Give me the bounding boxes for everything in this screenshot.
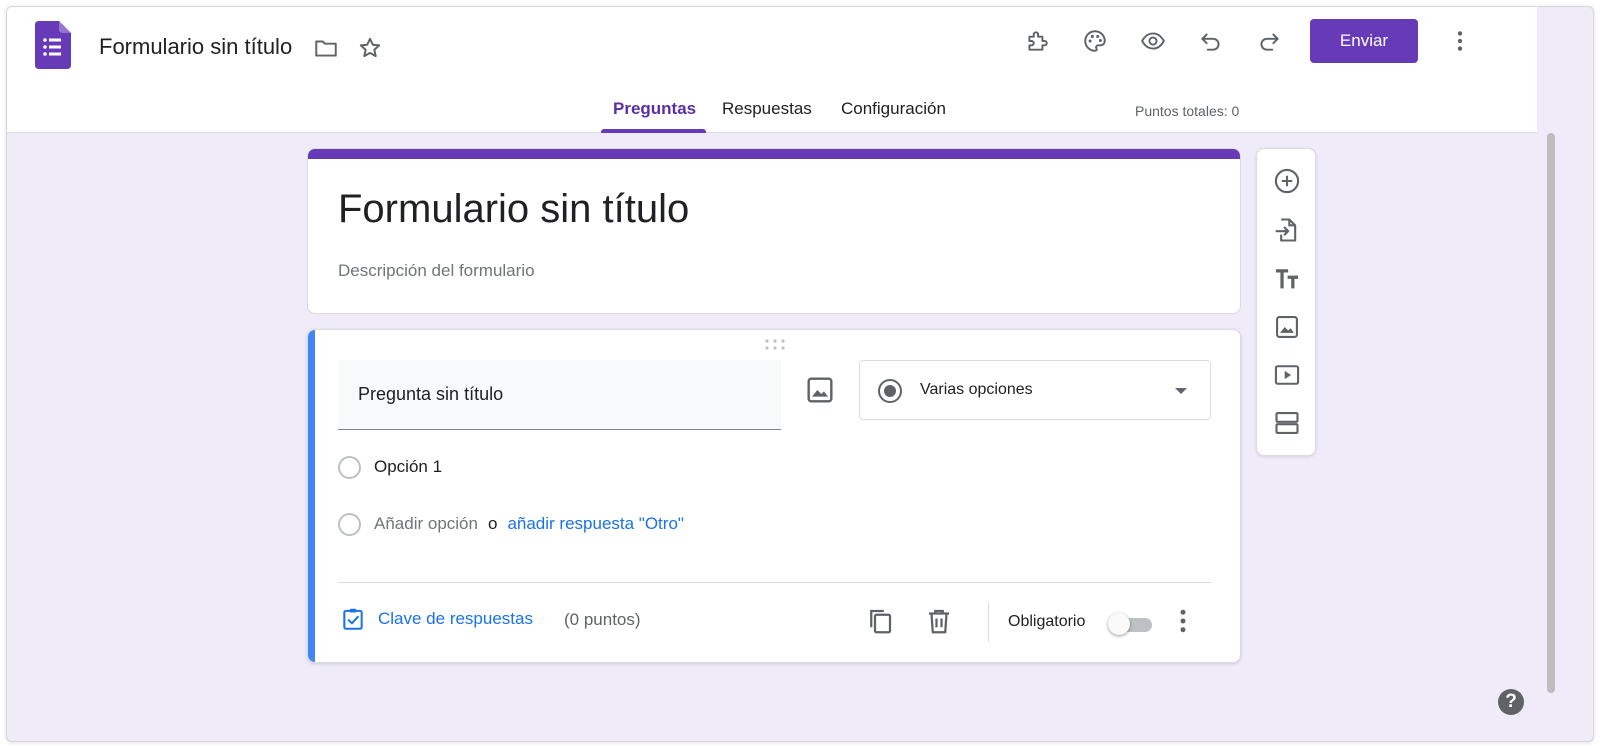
tab-settings[interactable]: Configuración xyxy=(841,99,946,119)
forms-logo-icon[interactable] xyxy=(35,21,71,69)
scrollbar-thumb[interactable] xyxy=(1547,133,1555,693)
total-points: Puntos totales: 0 xyxy=(1135,103,1240,119)
answer-key-button[interactable]: Clave de respuestas xyxy=(340,606,533,632)
answer-key-label: Clave de respuestas xyxy=(378,609,533,628)
undo-icon[interactable] xyxy=(1195,25,1227,57)
add-video-icon[interactable] xyxy=(1271,359,1303,391)
add-image-icon[interactable] xyxy=(1271,311,1303,343)
tab-questions[interactable]: Preguntas xyxy=(613,99,696,119)
add-image-icon[interactable] xyxy=(804,374,836,406)
question-more-icon[interactable] xyxy=(1168,606,1198,636)
question-title-input[interactable]: Pregunta sin título xyxy=(338,360,781,430)
add-section-icon[interactable] xyxy=(1271,407,1303,439)
option-item[interactable]: Opción 1 xyxy=(338,452,442,482)
import-questions-icon[interactable] xyxy=(1271,214,1303,246)
radio-button-checked-icon xyxy=(878,379,902,403)
folder-icon[interactable] xyxy=(310,32,342,64)
help-icon[interactable]: ? xyxy=(1498,689,1524,715)
send-button[interactable]: Enviar xyxy=(1310,19,1418,63)
dropdown-caret-icon xyxy=(1175,388,1187,394)
option-radio-icon xyxy=(338,455,361,479)
add-other-link[interactable]: añadir respuesta "Otro" xyxy=(507,514,684,534)
more-vert-icon[interactable] xyxy=(1444,25,1476,57)
add-option-radio-icon xyxy=(338,512,361,536)
question-type-select[interactable]: Varias opciones xyxy=(859,360,1211,420)
title-card-accent xyxy=(308,149,1240,159)
redo-icon[interactable] xyxy=(1253,25,1285,57)
document-title[interactable]: Formulario sin título xyxy=(99,34,292,60)
delete-icon[interactable] xyxy=(924,606,954,636)
focus-indicator xyxy=(308,330,315,662)
add-title-icon[interactable] xyxy=(1271,263,1303,295)
tab-bar: Preguntas Respuestas Configuración Punto… xyxy=(7,91,1537,133)
toggle-knob xyxy=(1108,613,1130,635)
tab-responses[interactable]: Respuestas xyxy=(722,99,812,119)
answer-key-checklist-icon xyxy=(343,608,363,630)
browser-window: Formulario sin título Enviar Preguntas R… xyxy=(6,6,1594,742)
question-type-label: Varias opciones xyxy=(920,381,1033,398)
preview-eye-icon[interactable] xyxy=(1137,25,1169,57)
add-option-row: Añadir opción o añadir respuesta "Otro" xyxy=(338,509,684,539)
form-title[interactable]: Formulario sin título xyxy=(338,187,689,232)
drag-handle-icon[interactable] xyxy=(764,338,786,352)
addon-puzzle-icon[interactable] xyxy=(1021,25,1053,57)
app-header: Formulario sin título Enviar Preguntas R… xyxy=(7,7,1537,133)
form-title-card[interactable]: Formulario sin título Descripción del fo… xyxy=(307,148,1241,314)
or-separator: o xyxy=(487,514,498,533)
palette-icon[interactable] xyxy=(1079,25,1111,57)
active-tab-indicator xyxy=(601,129,706,133)
side-toolbar xyxy=(1256,148,1316,456)
required-toggle[interactable] xyxy=(1108,613,1154,635)
option-label[interactable]: Opción 1 xyxy=(374,457,442,477)
form-description-field[interactable]: Descripción del formulario xyxy=(338,261,535,281)
star-icon[interactable] xyxy=(354,32,386,64)
question-points: (0 puntos) xyxy=(564,610,641,629)
add-option-button[interactable]: Añadir opción xyxy=(374,514,478,534)
question-title-text: Pregunta sin título xyxy=(358,384,504,404)
duplicate-icon[interactable] xyxy=(865,606,895,636)
required-label: Obligatorio xyxy=(1008,613,1086,630)
question-footer-divider xyxy=(338,582,1211,583)
question-card[interactable]: Pregunta sin título Varias opciones Opci… xyxy=(307,329,1241,663)
add-question-icon[interactable] xyxy=(1271,165,1303,197)
footer-separator xyxy=(988,602,989,642)
